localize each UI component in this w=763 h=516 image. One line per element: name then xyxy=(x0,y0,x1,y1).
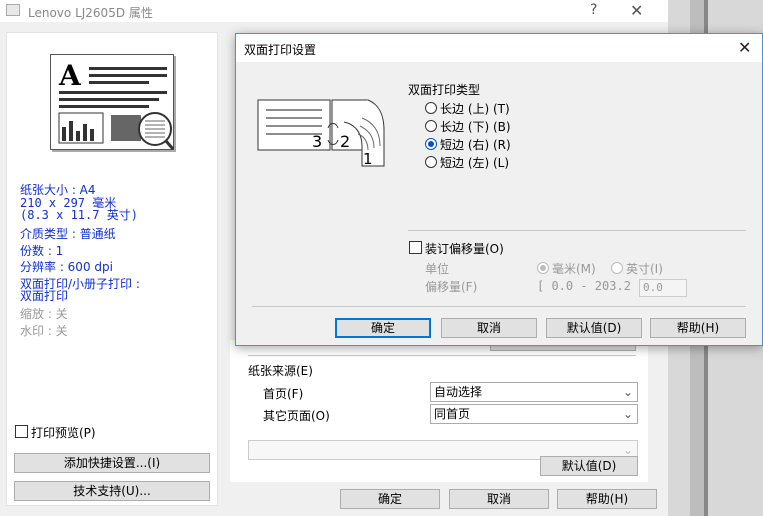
chevron-down-icon: ⌄ xyxy=(622,407,633,421)
long-edge-bottom-label: 长边 (下) (B) xyxy=(440,120,511,134)
binding-offset-label: 装订偏移量(O) xyxy=(425,242,504,256)
svg-text:2: 2 xyxy=(340,132,350,151)
duplex-booklet-icon: 3 2 1 xyxy=(257,99,385,168)
divider xyxy=(248,355,636,356)
long-edge-top-label: 长边 (上) (T) xyxy=(440,102,510,116)
paper-source-label: 纸张来源(E) xyxy=(248,364,313,378)
svg-text:3: 3 xyxy=(312,132,322,151)
duplex-type-label: 双面打印类型 xyxy=(408,83,481,97)
chevron-down-icon: ⌄ xyxy=(622,385,633,399)
first-page-select[interactable]: 自动选择 ⌄ xyxy=(430,382,638,402)
parent-help-button[interactable]: 帮助(H) xyxy=(557,489,657,509)
dialog-close-icon[interactable]: ✕ xyxy=(738,38,751,57)
dialog-title: 双面打印设置 xyxy=(244,43,317,57)
unit-inch-radio[interactable] xyxy=(611,262,623,274)
page-preview-image: A xyxy=(50,54,175,150)
first-page-value: 自动选择 xyxy=(434,385,483,399)
offset-input[interactable]: 0.0 xyxy=(639,279,687,297)
print-preview-label: 打印预览(P) xyxy=(31,426,96,440)
parent-window-title: Lenovo LJ2605D 属性 xyxy=(28,6,153,20)
offset-label: 偏移量(F) xyxy=(425,280,478,294)
offset-range-text: [ 0.0 - 203.2 ] xyxy=(537,279,646,293)
dialog-help-button[interactable]: 帮助(H) xyxy=(650,318,746,338)
svg-text:A: A xyxy=(58,59,82,92)
dialog-cancel-button[interactable]: 取消 xyxy=(441,318,537,338)
help-icon[interactable]: ? xyxy=(590,2,597,18)
add-shortcut-button[interactable]: 添加快捷设置...(I) xyxy=(14,453,210,473)
parent-defaults-button[interactable]: 默认值(D) xyxy=(540,456,638,476)
other-pages-select[interactable]: 同首页 ⌄ xyxy=(430,404,638,424)
watermark-text: 水印 : 关 xyxy=(20,324,68,338)
parent-title-bar: Lenovo LJ2605D 属性 ? ✕ xyxy=(0,0,668,22)
parent-ok-button[interactable]: 确定 xyxy=(340,489,440,509)
unit-mm-radio[interactable] xyxy=(537,262,549,274)
divider xyxy=(252,306,746,307)
binding-offset-checkbox[interactable] xyxy=(409,241,422,254)
other-pages-value: 同首页 xyxy=(434,407,471,421)
divider xyxy=(408,230,746,231)
unit-inch-label: 英寸(I) xyxy=(626,262,663,276)
paper-dims-in-text: (8.3 x 11.7 英寸) xyxy=(20,208,138,222)
parent-close-icon[interactable]: ✕ xyxy=(630,1,643,20)
resolution-text: 分辨率 : 600 dpi xyxy=(20,260,113,274)
dialog-ok-button[interactable]: 确定 xyxy=(335,318,431,338)
svg-text:1: 1 xyxy=(363,150,373,168)
duplex-settings-dialog: 双面打印设置 ✕ 3 2 1 双面打印类型 长边 (上) (T) 长边 (下) … xyxy=(235,33,763,346)
short-edge-right-radio[interactable] xyxy=(425,138,437,150)
long-edge-bottom-radio[interactable] xyxy=(425,120,437,132)
long-edge-top-radio[interactable] xyxy=(425,102,437,114)
paper-size-text: 纸张大小 : A4 xyxy=(20,183,96,197)
other-pages-label: 其它页面(O) xyxy=(263,409,330,423)
copies-text: 份数 : 1 xyxy=(20,244,64,258)
dialog-defaults-button[interactable]: 默认值(D) xyxy=(546,318,642,338)
print-preview-checkbox[interactable] xyxy=(15,425,28,438)
short-edge-left-radio[interactable] xyxy=(425,156,437,168)
duplex-value-text: 双面打印 xyxy=(20,289,69,303)
first-page-label: 首页(F) xyxy=(263,387,304,401)
media-type-text: 介质类型 : 普通纸 xyxy=(20,227,116,241)
parent-cancel-button[interactable]: 取消 xyxy=(449,489,549,509)
unit-mm-label: 毫米(M) xyxy=(552,262,596,276)
short-edge-right-label: 短边 (右) (R) xyxy=(440,138,511,152)
dialog-title-bar: 双面打印设置 ✕ xyxy=(236,34,762,62)
printer-icon xyxy=(6,4,20,16)
tech-support-button[interactable]: 技术支持(U)... xyxy=(14,481,210,501)
page-preview-graphic: A xyxy=(58,59,175,150)
unit-label: 单位 xyxy=(425,262,450,276)
scaling-text: 缩放 : 关 xyxy=(20,307,68,321)
short-edge-left-label: 短边 (左) (L) xyxy=(440,156,510,170)
